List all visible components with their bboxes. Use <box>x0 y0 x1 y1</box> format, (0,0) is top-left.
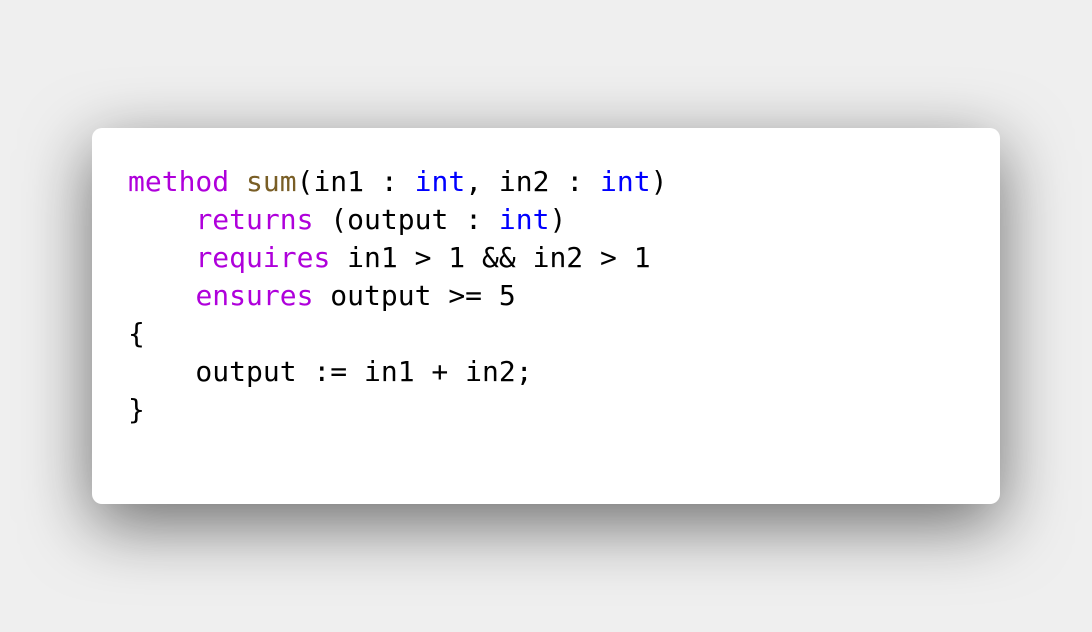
type-token: int <box>600 165 651 198</box>
code-line-5: { <box>128 315 667 353</box>
keyword-token: requires <box>195 241 331 274</box>
indent-token <box>128 203 195 236</box>
code-line-3: requires in1 > 1 && in2 > 1 <box>128 239 667 277</box>
plain-token: (output : <box>313 203 499 236</box>
function-name-token: sum <box>246 165 297 198</box>
keyword-token: ensures <box>195 279 314 312</box>
plain-token: } <box>128 393 145 426</box>
plain-token: , in2 : <box>465 165 601 198</box>
plain-token: (in1 : <box>296 165 415 198</box>
plain-token: output := in1 + in2; <box>128 355 533 388</box>
code-line-2: returns (output : int) <box>128 201 667 239</box>
keyword-token: returns <box>195 203 314 236</box>
indent-token <box>128 241 195 274</box>
code-block: method sum(in1 : int, in2 : int) returns… <box>128 163 667 429</box>
code-line-4: ensures output >= 5 <box>128 277 667 315</box>
indent-token <box>128 279 195 312</box>
keyword-token: method <box>128 165 230 198</box>
plain-token: ) <box>549 203 567 236</box>
code-line-1: method sum(in1 : int, in2 : int) <box>128 163 667 201</box>
plain-token: output >= 5 <box>313 279 516 312</box>
code-line-6: output := in1 + in2; <box>128 353 667 391</box>
plain-token: { <box>128 317 145 350</box>
code-card: method sum(in1 : int, in2 : int) returns… <box>92 128 1000 504</box>
code-line-7: } <box>128 391 667 429</box>
type-token: int <box>414 165 466 198</box>
plain-token: in1 > 1 && in2 > 1 <box>330 241 651 274</box>
plain-token: ) <box>650 165 668 198</box>
type-token: int <box>498 203 550 236</box>
